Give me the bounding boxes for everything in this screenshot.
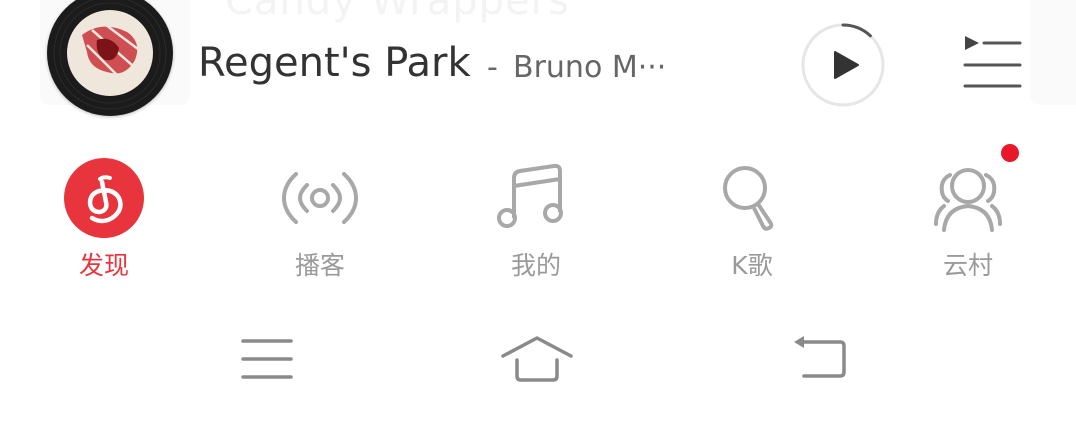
play-button[interactable] — [800, 22, 886, 108]
track-separator: - — [487, 50, 498, 85]
tab-label: 云村 — [942, 251, 993, 280]
people-icon — [934, 168, 1002, 232]
tab-discover[interactable]: 发现 — [29, 140, 179, 290]
tab-podcast[interactable]: 播客 — [245, 140, 395, 290]
podcast-icon — [281, 172, 359, 224]
tab-label: K歌 — [731, 251, 773, 280]
notification-badge — [1001, 144, 1019, 162]
back-icon — [794, 336, 846, 378]
track-title[interactable]: Regent's Park — [198, 40, 471, 86]
bottom-tab-bar: 发现 播客 我的 K歌 云村 — [0, 140, 1076, 290]
back-button[interactable] — [782, 332, 862, 388]
tab-karaoke[interactable]: K歌 — [677, 140, 827, 290]
playlist-button[interactable] — [962, 34, 1022, 90]
tab-label: 播客 — [294, 251, 345, 280]
home-icon — [501, 336, 573, 382]
play-icon — [801, 23, 885, 107]
system-navigation-bar — [0, 320, 1076, 400]
album-disc[interactable] — [47, 0, 173, 116]
discover-icon — [64, 158, 144, 238]
menu-icon — [241, 339, 293, 379]
microphone-icon — [723, 166, 774, 231]
tab-label: 我的 — [510, 251, 561, 280]
album-art-icon — [48, 0, 172, 115]
tab-label: 发现 — [78, 251, 129, 280]
menu-button[interactable] — [227, 332, 307, 388]
music-note-icon — [497, 163, 563, 228]
tab-mine[interactable]: 我的 — [461, 140, 611, 290]
mini-player[interactable]: Regent's Park - Bruno M··· — [0, 0, 1076, 120]
track-artist[interactable]: Bruno M··· — [513, 50, 666, 85]
playlist-icon — [963, 36, 1022, 88]
tab-community[interactable]: 云村 — [893, 140, 1043, 290]
app-screen: Candy Wrappers Regent's Park - Bruno M··… — [0, 0, 1076, 422]
home-button[interactable] — [497, 332, 577, 388]
